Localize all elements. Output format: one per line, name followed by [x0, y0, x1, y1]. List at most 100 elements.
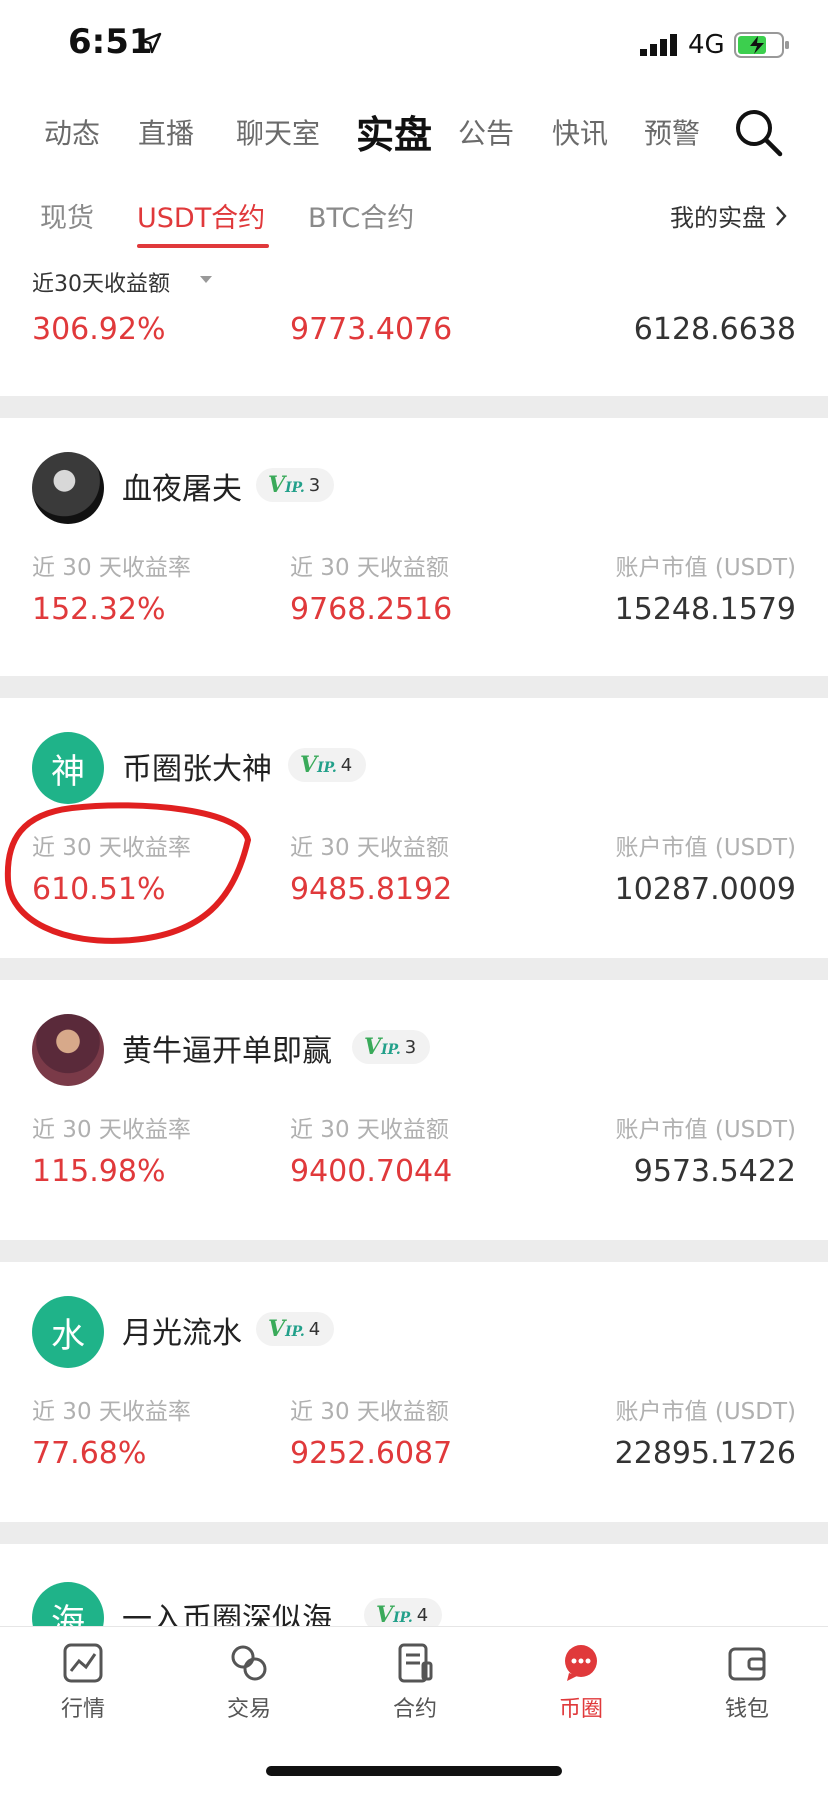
trader-card[interactable]: 血夜屠夫 VIP. 3 近 30 天收益率 近 30 天收益额 账户市值 (US…: [0, 418, 828, 676]
summary-rate: 306.92%: [32, 312, 166, 347]
battery-icon: [734, 32, 789, 58]
tab-trade[interactable]: 交易: [189, 1641, 309, 1723]
my-real-trading-label: 我的实盘: [670, 204, 766, 232]
divider: [0, 1240, 828, 1262]
rate-value: 115.98%: [32, 1154, 166, 1189]
vip-icon: VIP.: [268, 472, 305, 498]
trader-name: 血夜屠夫: [122, 472, 242, 507]
profit-label: 近 30 天收益额: [290, 1117, 449, 1143]
avatar: 水: [32, 1296, 104, 1368]
tab-flash-news[interactable]: 快讯: [552, 112, 608, 152]
account-value: 9573.5422: [633, 1154, 796, 1189]
tab-spot[interactable]: 现货: [40, 196, 94, 235]
tab-market[interactable]: 行情: [23, 1641, 143, 1723]
divider: [0, 676, 828, 698]
account-label: 账户市值 (USDT): [615, 1117, 796, 1143]
vip-icon: VIP.: [376, 1602, 413, 1626]
tab-wallet[interactable]: 钱包: [687, 1641, 807, 1723]
tab-dongtai[interactable]: 动态: [44, 112, 100, 152]
tab-announcement[interactable]: 公告: [458, 112, 514, 152]
tab-label: 交易: [226, 1697, 271, 1722]
wallet-icon: [728, 1647, 766, 1681]
tab-label: 钱包: [724, 1697, 769, 1722]
avatar: [32, 452, 104, 524]
tab-alert[interactable]: 预警: [644, 112, 700, 152]
signal-icon: [640, 34, 677, 56]
search-icon[interactable]: [732, 106, 784, 158]
home-indicator: [266, 1766, 562, 1776]
trader-card[interactable]: 水 月光流水 VIP. 4 近 30 天收益率 近 30 天收益额 账户市值 (…: [0, 1262, 828, 1520]
account-label: 账户市值 (USDT): [615, 555, 796, 581]
tab-label: 合约: [392, 1697, 437, 1722]
vip-icon: VIP.: [364, 1034, 401, 1060]
vip-badge: VIP. 4: [256, 1312, 335, 1346]
profit-value: 9400.7044: [290, 1154, 453, 1189]
profit-value: 9252.6087: [290, 1436, 453, 1471]
tab-real-trading[interactable]: 实盘: [356, 104, 432, 159]
rate-label: 近 30 天收益率: [32, 555, 191, 581]
profit-value: 9768.2516: [290, 592, 453, 627]
vip-badge: VIP. 3: [256, 468, 335, 502]
rate-value: 77.68%: [32, 1436, 147, 1471]
tab-live[interactable]: 直播: [138, 112, 194, 152]
profit-label: 近 30 天收益额: [290, 835, 449, 861]
trader-name: 币圈张大神: [122, 752, 272, 787]
network-label: 4G: [688, 30, 725, 60]
sort-dropdown[interactable]: 近30天收益额: [32, 266, 170, 298]
tab-usdt-contract[interactable]: USDT合约: [137, 196, 265, 235]
account-label: 账户市值 (USDT): [615, 835, 796, 861]
profit-value: 9485.8192: [290, 872, 453, 907]
caret-down-icon[interactable]: [200, 276, 212, 283]
summary-profit: 9773.4076: [290, 312, 453, 347]
tab-btc-contract[interactable]: BTC合约: [308, 196, 414, 235]
chevron-right-icon: [776, 205, 787, 226]
active-tab-underline: [137, 244, 269, 248]
profit-label: 近 30 天收益额: [290, 555, 449, 581]
vip-level: 3: [404, 1036, 417, 1058]
tab-label: 行情: [60, 1697, 105, 1722]
divider: [0, 396, 828, 418]
tab-community[interactable]: 币圈: [521, 1641, 641, 1723]
exchange-icon: [231, 1645, 267, 1681]
account-value: 10287.0009: [614, 872, 796, 907]
trader-name: 月光流水: [122, 1316, 242, 1351]
vip-level: 4: [416, 1604, 429, 1626]
avatar: 神: [32, 732, 104, 804]
trader-card[interactable]: 海 一入币圈深似海 VIP. 4: [0, 1544, 828, 1626]
location-arrow-icon: [140, 32, 162, 54]
account-value: 22895.1726: [614, 1436, 796, 1471]
account-value: 15248.1579: [614, 592, 796, 627]
rate-label: 近 30 天收益率: [32, 1117, 191, 1143]
divider: [0, 1522, 828, 1544]
vip-badge: VIP. 3: [352, 1030, 431, 1064]
trader-card[interactable]: 黄牛逼开单即赢 VIP. 3 近 30 天收益率 近 30 天收益额 账户市值 …: [0, 980, 828, 1238]
trader-name: 一入币圈深似海: [122, 1602, 332, 1626]
trader-name: 黄牛逼开单即赢: [122, 1034, 332, 1069]
profit-label: 近 30 天收益额: [290, 1399, 449, 1425]
vip-level: 4: [308, 1318, 321, 1340]
vip-icon: VIP.: [268, 1316, 305, 1342]
vip-level: 4: [340, 754, 353, 776]
divider: [0, 958, 828, 980]
account-label: 账户市值 (USDT): [615, 1399, 796, 1425]
top-nav: 动态 直播 聊天室 实盘 公告 快讯 预警: [0, 100, 828, 170]
rate-label: 近 30 天收益率: [32, 1399, 191, 1425]
summary-row: 306.92% 9773.4076 6128.6638: [0, 312, 828, 360]
status-bar: 6:51 4G: [0, 0, 828, 92]
rate-value: 610.51%: [32, 872, 166, 907]
tab-chatroom[interactable]: 聊天室: [236, 112, 320, 152]
avatar: [32, 1014, 104, 1086]
tab-contract[interactable]: 合约: [355, 1641, 475, 1723]
document-icon: [398, 1643, 433, 1683]
vip-level: 3: [308, 474, 321, 496]
vip-badge: VIP. 4: [364, 1598, 443, 1626]
tab-label: 币圈: [558, 1697, 603, 1722]
chart-icon: [63, 1643, 103, 1683]
rate-label: 近 30 天收益率: [32, 835, 191, 861]
my-real-trading-link[interactable]: 我的实盘: [670, 198, 788, 233]
summary-account: 6128.6638: [633, 312, 796, 347]
sub-nav: 现货 USDT合约 BTC合约 我的实盘: [0, 190, 828, 250]
chat-icon: [565, 1645, 597, 1681]
avatar: 海: [32, 1582, 104, 1626]
trader-card[interactable]: 神 币圈张大神 VIP. 4 近 30 天收益率 近 30 天收益额 账户市值 …: [0, 698, 828, 956]
